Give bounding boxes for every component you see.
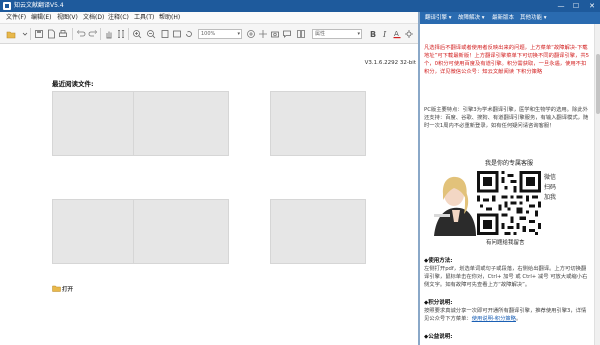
svg-text:A: A <box>394 30 399 38</box>
chevron-down-icon: ▾ <box>237 31 240 37</box>
tab-other-functions[interactable]: 其他功能 ▾ <box>520 14 547 22</box>
title-bar: 知云文献翻译V5.4 — ☐ ✕ <box>0 0 600 12</box>
open-file-button[interactable]: 打开 <box>52 284 82 296</box>
undo-icon[interactable] <box>76 29 86 39</box>
bold-icon[interactable]: B <box>368 29 378 39</box>
recent-file-tile[interactable] <box>270 91 366 156</box>
select-text-icon[interactable] <box>116 29 126 39</box>
translation-panel-menu: 翻译引擎 ▾ 故障解决 ▾ 最新版本 其他功能 ▾ <box>420 12 600 24</box>
zoom-out-icon[interactable] <box>146 29 156 39</box>
settings-icon[interactable] <box>404 29 414 39</box>
menu-help[interactable]: 帮助(H) <box>159 14 180 22</box>
chevron-down-icon: ▾ <box>357 31 360 37</box>
menu-bar: 文件(F) 编辑(E) 视图(V) 文档(D) 注释(C) 工具(T) 帮助(H… <box>0 12 418 24</box>
points-heading: ◆积分说明: <box>424 300 453 306</box>
points-policy-link[interactable]: 使用说明-积分策略 <box>472 316 516 322</box>
panel-scrollbar[interactable] <box>594 24 600 345</box>
document-icon[interactable] <box>46 29 56 39</box>
support-heading: 我是你的专属客服 <box>485 160 534 167</box>
usage-heading: ◆使用方法: <box>424 258 453 264</box>
comment-icon[interactable] <box>282 29 292 39</box>
print-icon[interactable] <box>58 29 68 39</box>
tab-translation-engine[interactable]: 翻译引擎 ▾ <box>425 14 452 22</box>
version-text: V3.1.6.2292 32-bit <box>364 60 416 66</box>
customer-service-photo <box>430 170 478 236</box>
menu-edit[interactable]: 编辑(E) <box>31 14 51 22</box>
notice-text: 凡选择后不翻译或者使用者反映出来的问题，上方菜单“故障解决-下载地址”可下载最新… <box>424 45 590 75</box>
folder-icon <box>52 285 61 292</box>
page-layout-icon[interactable] <box>296 29 306 39</box>
dropdown-arrow-icon[interactable] <box>20 29 30 39</box>
rotate-icon[interactable] <box>184 29 194 39</box>
welfare-heading: ◆公益说明: <box>424 334 453 340</box>
fit-width-icon[interactable] <box>172 29 182 39</box>
snapshot-icon[interactable] <box>270 29 280 39</box>
italic-icon[interactable]: I <box>380 29 390 39</box>
save-icon[interactable] <box>34 29 44 39</box>
menu-file[interactable]: 文件(F) <box>6 14 26 22</box>
zoom-select[interactable]: 100% ▾ <box>198 29 242 39</box>
recent-file-tile[interactable] <box>270 199 366 264</box>
points-text: 按照要求真诚分享一次即可开通所有翻译引擎，推荐使用引擎3，详情见公众号下方菜单：… <box>424 308 587 322</box>
hand-tool-icon[interactable] <box>104 29 114 39</box>
recent-file-tile[interactable] <box>133 199 229 264</box>
color-icon[interactable]: A <box>392 29 402 39</box>
intro-text: PC版主要特点：引擎3为学术翻译引擎，医学和生物学的选用。除此外还支持：百度、谷… <box>424 107 589 129</box>
tab-latest-version[interactable]: 最新版本 <box>492 14 514 22</box>
minimize-button[interactable]: — <box>554 0 568 12</box>
menu-view[interactable]: 视图(V) <box>57 14 78 22</box>
svg-text:B: B <box>370 30 376 39</box>
window-title: 知云文献翻译V5.4 <box>14 2 64 9</box>
zoom-in-icon[interactable] <box>132 29 142 39</box>
close-button[interactable]: ✕ <box>585 0 599 12</box>
menu-comment[interactable]: 注释(C) <box>108 14 129 22</box>
tab-troubleshoot[interactable]: 故障解决 ▾ <box>458 14 485 22</box>
wechat-scan-text: 微信扫码加我 <box>544 174 557 201</box>
property-select[interactable]: 属性 ▾ <box>312 29 362 39</box>
menu-tools[interactable]: 工具(T) <box>134 14 154 22</box>
toolbar: 100% ▾ 属性 ▾ B I A <box>0 24 418 44</box>
open-label: 打开 <box>62 287 74 293</box>
zoom-plus-icon[interactable] <box>246 29 256 39</box>
recent-files-heading: 最近阅读文件: <box>52 80 94 88</box>
redo-icon[interactable] <box>88 29 98 39</box>
open-folder-icon[interactable] <box>6 29 16 39</box>
recent-file-tile[interactable] <box>133 91 229 156</box>
usage-text: 左侧打开pdf，划选单词或句子或段落，右侧给出翻译。上方可切换翻译引擎，鼠标单击… <box>424 266 588 288</box>
app-logo-icon <box>3 2 11 10</box>
scroll-thumb[interactable] <box>596 54 600 114</box>
svg-text:I: I <box>382 30 387 39</box>
pan-icon[interactable] <box>258 29 268 39</box>
wechat-qr-code <box>477 170 541 236</box>
fit-page-icon[interactable] <box>160 29 170 39</box>
support-footer: 有问题给我留言 <box>486 240 525 246</box>
maximize-button[interactable]: ☐ <box>569 0 583 12</box>
menu-document[interactable]: 文档(D) <box>83 14 104 22</box>
